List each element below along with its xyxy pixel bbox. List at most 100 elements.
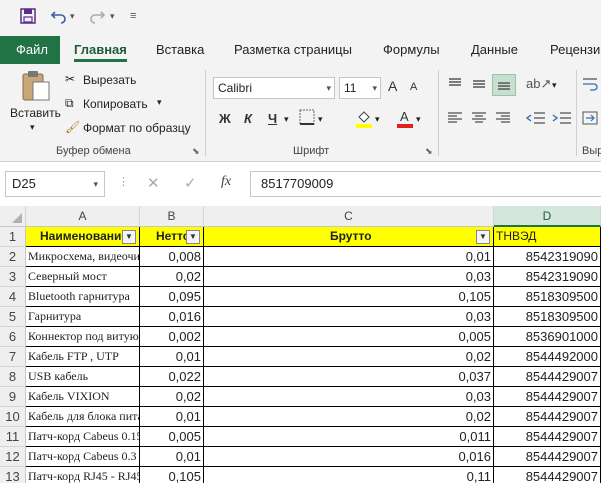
save-icon[interactable] [20,8,36,27]
wrap-text-icon[interactable] [582,76,598,95]
formula-input[interactable]: 8517709009 [250,171,601,197]
cell-b[interactable]: 0,016 [140,307,204,327]
cell-c[interactable]: 0,03 [204,307,494,327]
font-name-combo[interactable]: Calibri ▾ [213,77,335,99]
grow-font-button[interactable]: A [388,78,397,94]
header-cell-c[interactable]: Брутто ▼ [204,227,494,247]
align-middle-icon[interactable] [470,76,488,95]
name-box[interactable]: D25 ▾ [5,171,105,197]
align-right-icon[interactable] [494,110,512,129]
cell-b[interactable]: 0,01 [140,347,204,367]
cell-d[interactable]: 8542319090 [494,267,601,287]
undo-icon[interactable] [50,8,68,27]
insert-function-icon[interactable]: fx [221,174,231,190]
align-bottom-icon[interactable] [492,74,516,96]
row-header[interactable]: 7 [0,347,26,367]
cell-b[interactable]: 0,002 [140,327,204,347]
cell-b[interactable]: 0,005 [140,427,204,447]
row-header[interactable]: 12 [0,447,26,467]
cell-a[interactable]: Патч-корд RJ45 - RJ45 [26,467,140,483]
cell-c[interactable]: 0,02 [204,407,494,427]
align-left-icon[interactable] [446,110,464,129]
row-header[interactable]: 11 [0,427,26,447]
redo-dropdown-icon[interactable]: ▾ [110,11,115,22]
cell-a[interactable]: Патч-корд Cabeus 0.15 [26,427,140,447]
fill-color-dropdown-icon[interactable]: ▾ [375,114,380,125]
column-header-d[interactable]: D [494,206,601,227]
cell-b[interactable]: 0,105 [140,467,204,483]
cell-a[interactable]: Кабель для блока пита [26,407,140,427]
row-header[interactable]: 1 [0,227,26,247]
paste-label[interactable]: Вставить [10,106,61,120]
cell-c[interactable]: 0,03 [204,267,494,287]
cell-c[interactable]: 0,005 [204,327,494,347]
underline-dropdown-icon[interactable]: ▾ [284,114,289,125]
cell-c[interactable]: 0,016 [204,447,494,467]
header-cell-b[interactable]: Нетто ▼ [140,227,204,247]
cell-d[interactable]: 8544429007 [494,427,601,447]
cell-b[interactable]: 0,01 [140,447,204,467]
cell-a[interactable]: USB кабель [26,367,140,387]
column-header-c[interactable]: C [204,206,494,227]
cell-d[interactable]: 8518309500 [494,287,601,307]
tab-home[interactable]: Главная [74,36,127,64]
customize-qat-icon[interactable]: ≡ [130,10,136,22]
fill-color-button[interactable] [355,108,373,131]
cell-d[interactable]: 8544429007 [494,447,601,467]
cell-d[interactable]: 8544429007 [494,467,601,483]
cell-d[interactable]: 8518309500 [494,307,601,327]
font-launcher-icon[interactable]: ⬊ [425,146,433,157]
cell-d[interactable]: 8536901000 [494,327,601,347]
row-header[interactable]: 13 [0,467,26,483]
cell-a[interactable]: Кабель VIXION [26,387,140,407]
italic-button[interactable]: К [244,111,252,126]
orientation-dropdown-icon[interactable]: ▾ [552,80,557,91]
cell-c[interactable]: 0,11 [204,467,494,483]
filter-dropdown-icon[interactable]: ▼ [186,230,200,244]
cell-c[interactable]: 0,037 [204,367,494,387]
cell-a[interactable]: Патч-корд Cabeus 0.3 [26,447,140,467]
tab-data[interactable]: Данные [471,36,518,64]
cell-a[interactable]: Микросхема, видеочип [26,247,140,267]
cell-b[interactable]: 0,02 [140,267,204,287]
cell-a[interactable]: Bluetooth гарнитура [26,287,140,307]
row-header[interactable]: 3 [0,267,26,287]
cell-c[interactable]: 0,03 [204,387,494,407]
select-all-corner[interactable] [0,206,26,227]
align-top-icon[interactable] [446,76,464,95]
cell-c[interactable]: 0,011 [204,427,494,447]
font-size-combo[interactable]: 11 ▾ [339,77,381,99]
cell-a[interactable]: Гарнитура [26,307,140,327]
cell-c[interactable]: 0,02 [204,347,494,367]
row-header[interactable]: 4 [0,287,26,307]
enter-icon[interactable]: ✓ [184,174,197,192]
row-header[interactable]: 10 [0,407,26,427]
header-cell-d[interactable]: ТНВЭД [494,227,601,247]
cell-d[interactable]: 8544429007 [494,387,601,407]
cancel-icon[interactable]: ✕ [147,174,160,192]
paste-dropdown-icon[interactable]: ▾ [30,122,35,133]
bold-button[interactable]: Ж [219,111,231,126]
orientation-icon[interactable]: ab↗ [526,76,551,92]
row-header[interactable]: 9 [0,387,26,407]
cell-d[interactable]: 8544429007 [494,407,601,427]
copy-label[interactable]: Копировать [83,97,148,111]
cell-d[interactable]: 8544429007 [494,367,601,387]
tab-file[interactable]: Файл [0,36,60,64]
font-color-button[interactable]: A [396,108,414,131]
column-header-a[interactable]: A [26,206,140,227]
shrink-font-button[interactable]: A [410,81,417,93]
filter-dropdown-icon[interactable]: ▼ [476,230,490,244]
merge-center-icon[interactable] [582,110,598,129]
cell-a[interactable]: Коннектор под витую [26,327,140,347]
clipboard-launcher-icon[interactable]: ⬊ [192,146,200,157]
cell-a[interactable]: Северный мост [26,267,140,287]
increase-indent-icon[interactable] [552,110,572,129]
tab-formulas[interactable]: Формулы [383,36,440,64]
cell-d[interactable]: 8544492000 [494,347,601,367]
tab-review[interactable]: Рецензир [550,36,601,64]
cell-b[interactable]: 0,008 [140,247,204,267]
cut-label[interactable]: Вырезать [83,73,136,87]
row-header[interactable]: 8 [0,367,26,387]
redo-icon[interactable] [88,8,106,27]
